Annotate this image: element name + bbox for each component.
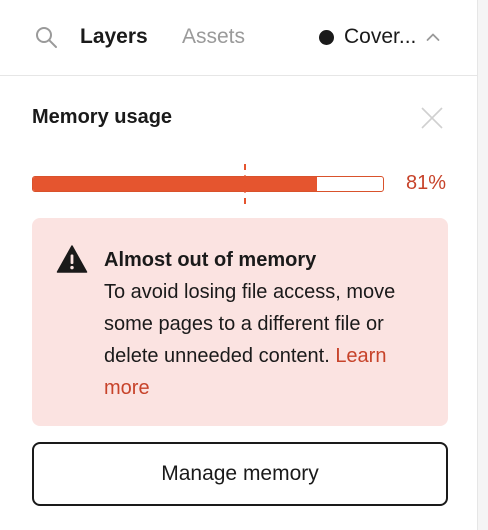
page-name: Cover...: [344, 25, 417, 48]
manage-memory-button[interactable]: Manage memory: [32, 442, 448, 506]
memory-warning-alert: Almost out of memory To avoid losing fil…: [32, 218, 448, 426]
warning-icon: [56, 245, 88, 273]
memory-usage-title: Memory usage: [32, 106, 173, 128]
tab-assets[interactable]: Assets: [182, 24, 245, 50]
search-icon[interactable]: [34, 25, 58, 49]
close-icon[interactable]: [420, 106, 444, 130]
page-selector[interactable]: Cover...: [319, 24, 440, 50]
panel-tab-bar: Layers Assets Cover...: [0, 0, 478, 76]
tab-layers[interactable]: Layers: [80, 24, 148, 50]
panel-divider-strip: [478, 0, 488, 530]
alert-title: Almost out of memory: [104, 249, 317, 271]
memory-usage-fill: [33, 177, 317, 191]
alert-text: Almost out of memory To avoid losing fil…: [104, 244, 434, 404]
memory-threshold-marker: [244, 164, 246, 204]
page-color-dot: [319, 29, 334, 45]
memory-usage-bar: [32, 176, 384, 192]
memory-usage-percent: 81%: [406, 172, 447, 194]
chevron-up-icon: [426, 33, 440, 41]
memory-panel: Layers Assets Cover... Memory usage 81% …: [0, 0, 478, 530]
